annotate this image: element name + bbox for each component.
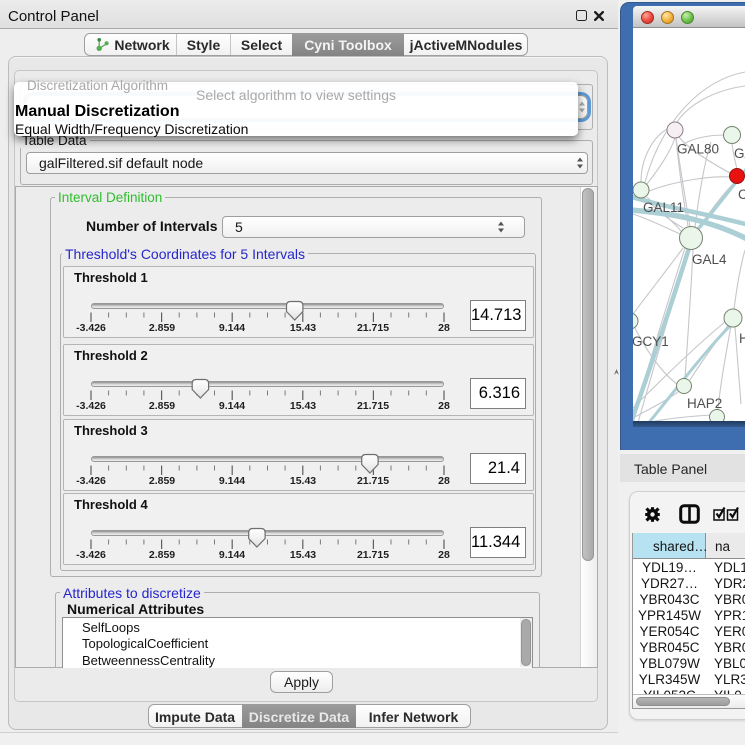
- svg-text:CY: CY: [738, 187, 745, 202]
- svg-text:GAL80: GAL80: [677, 142, 719, 157]
- svg-text:HA: HA: [739, 331, 745, 346]
- svg-text:GCY1: GCY1: [633, 334, 669, 349]
- svg-text:GAL: GAL: [734, 146, 745, 161]
- svg-text:GAL11: GAL11: [643, 200, 684, 215]
- svg-text:GAL4: GAL4: [692, 252, 727, 267]
- svg-text:HAP2: HAP2: [687, 396, 722, 411]
